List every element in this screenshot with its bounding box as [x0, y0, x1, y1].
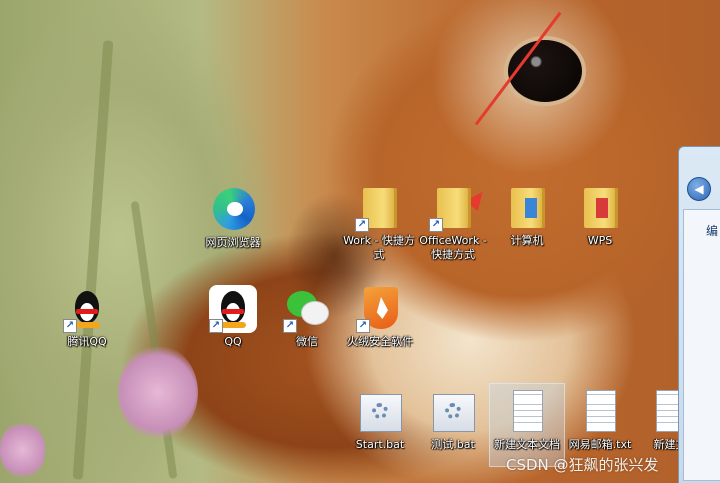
shortcut-arrow-icon: ↗: [356, 319, 370, 333]
qq-penguin-icon: ↗: [63, 285, 111, 333]
grass-stem: [72, 40, 114, 480]
watermark: CSDN @狂飙的张兴发: [506, 456, 659, 474]
desktop-background[interactable]: 网页浏览器 ↗ Work - 快捷方式 ↗ OfficeWork - 快捷方式 …: [0, 0, 720, 483]
folder-icon: ↗: [355, 184, 403, 232]
shortcut-arrow-icon: ↗: [209, 319, 223, 333]
computer-folder-icon: [503, 184, 551, 232]
desktop-icon-wps[interactable]: WPS: [563, 184, 637, 248]
icon-label: 网易邮箱.txt: [568, 438, 632, 451]
qq-penguin-icon: ↗: [209, 285, 257, 333]
squirrel-eye: [508, 40, 582, 102]
desktop-icon-browser[interactable]: 网页浏览器: [196, 186, 270, 250]
pink-blossom: [118, 345, 198, 440]
wps-folder-icon: [576, 184, 624, 232]
icon-label: WPS: [587, 234, 613, 247]
icon-label: 腾讯QQ: [67, 335, 107, 348]
batch-file-icon: [429, 388, 477, 436]
shortcut-arrow-icon: ↗: [283, 319, 297, 333]
desktop-icon-start-bat[interactable]: Start.bat: [343, 388, 417, 452]
desktop-icon-netease-mail-txt[interactable]: 网易邮箱.txt: [563, 388, 637, 452]
desktop-icon-qq[interactable]: ↗ QQ: [196, 285, 270, 349]
desktop-icon-officework-shortcut[interactable]: ↗ OfficeWork - 快捷方式: [416, 184, 490, 262]
icon-label: Work - 快捷方式: [343, 234, 415, 261]
shortcut-arrow-icon: ↗: [429, 218, 443, 232]
icon-label: 测试.bat: [431, 438, 475, 451]
huorong-icon: ↗: [356, 285, 404, 333]
shortcut-arrow-icon: ↗: [63, 319, 77, 333]
desktop-icon-test-bat[interactable]: 测试.bat: [416, 388, 490, 452]
text-file-icon: [576, 388, 624, 436]
batch-file-icon: [356, 388, 404, 436]
icon-label: 微信: [296, 335, 318, 348]
desktop-icon-wechat[interactable]: ↗ 微信: [270, 285, 344, 349]
icon-label: 计算机: [510, 234, 544, 247]
folder-icon: ↗: [429, 184, 477, 232]
icon-label: QQ: [224, 335, 242, 348]
text-file-icon: [503, 388, 551, 436]
icon-label: Start.bat: [355, 438, 405, 451]
icon-label: 新建文本文档: [494, 438, 560, 451]
explorer-pane-text: 编: [706, 224, 719, 238]
pink-blossom: [0, 420, 45, 480]
desktop-icon-huorong[interactable]: ↗ 火绒安全软件: [343, 285, 417, 349]
desktop-icon-computer[interactable]: 计算机: [490, 184, 564, 248]
wechat-icon: ↗: [283, 285, 331, 333]
edge-browser-icon: [209, 186, 257, 234]
icon-label: OfficeWork - 快捷方式: [419, 234, 487, 261]
icon-label: 火绒安全软件: [347, 335, 413, 348]
desktop-icon-work-shortcut[interactable]: ↗ Work - 快捷方式: [342, 184, 416, 262]
explorer-pane[interactable]: 编: [683, 209, 720, 481]
icon-label: 网页浏览器: [205, 236, 261, 249]
explorer-window[interactable]: ◀ 编: [678, 146, 720, 483]
shortcut-arrow-icon: ↗: [355, 218, 369, 232]
back-arrow-icon[interactable]: ◀: [687, 177, 711, 201]
desktop-icon-tencent-qq[interactable]: ↗ 腾讯QQ: [50, 285, 124, 349]
